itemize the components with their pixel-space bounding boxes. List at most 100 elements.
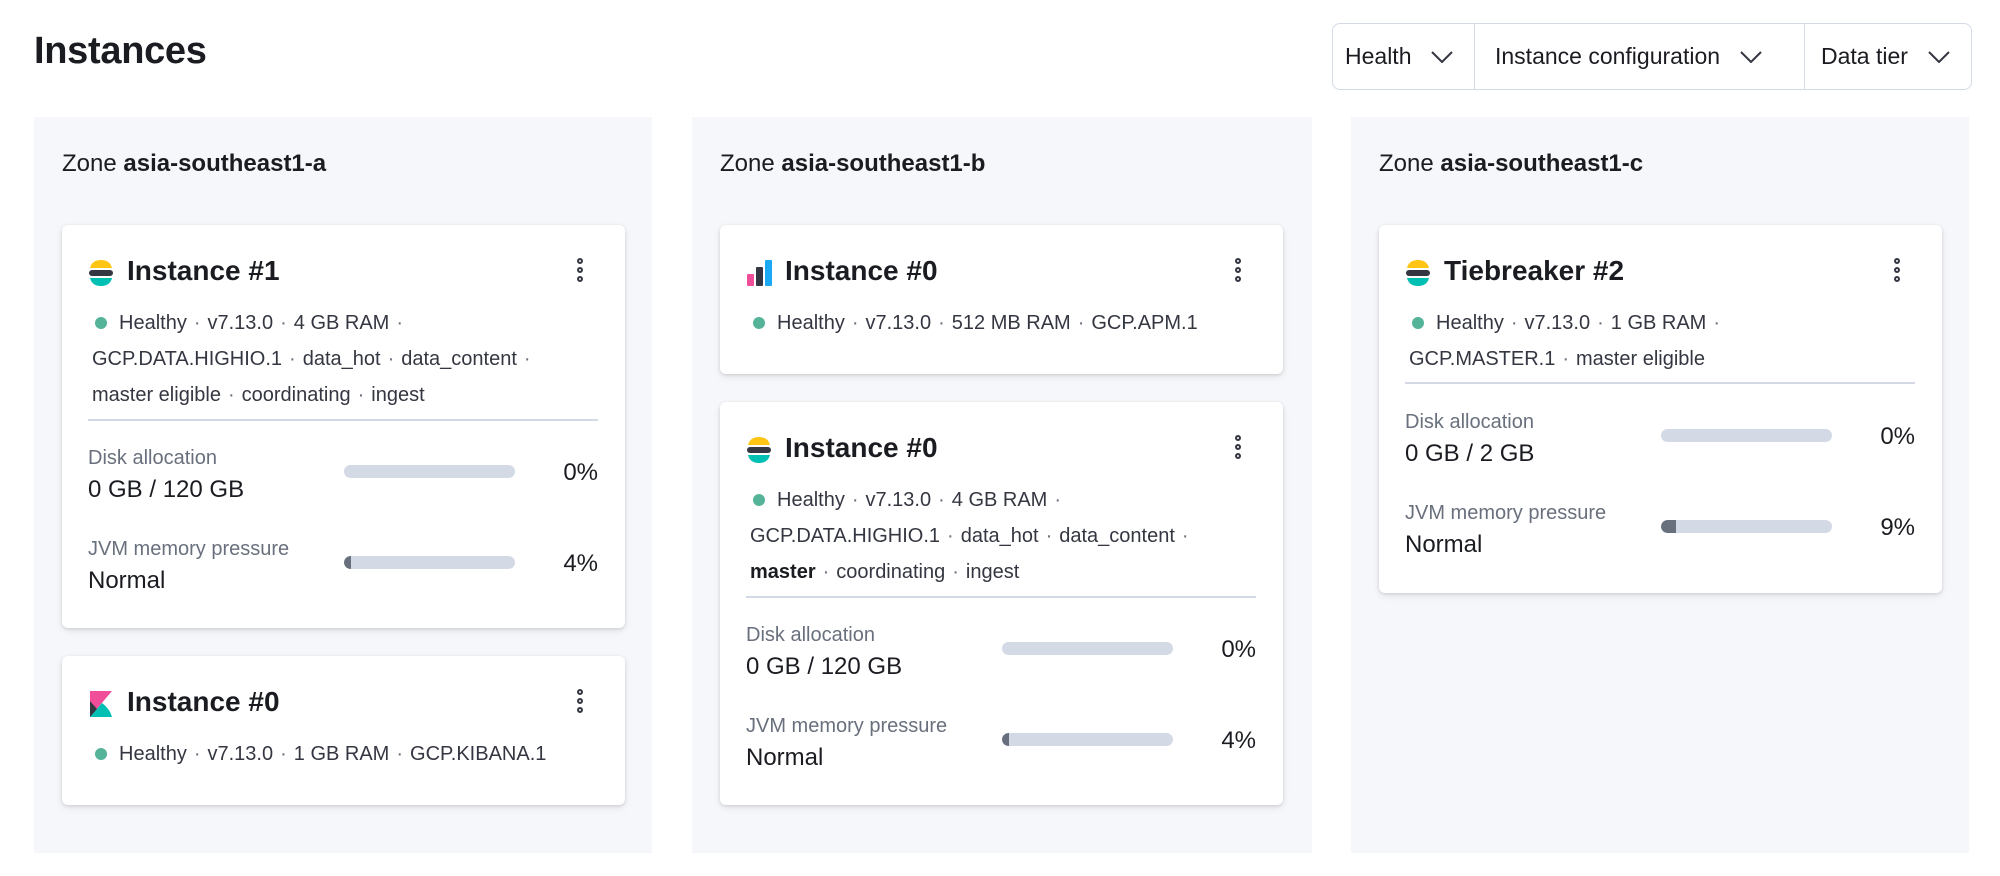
metric-label: Disk allocation bbox=[88, 447, 217, 469]
disk-allocation-metric: Disk allocation 0 GB / 120 GB 0% bbox=[746, 624, 1256, 684]
data-tier-filter-label: Data tier bbox=[1821, 43, 1908, 69]
actions-menu-icon[interactable] bbox=[1233, 435, 1243, 465]
health-status: Healthy bbox=[1436, 312, 1504, 334]
role: coordinating bbox=[241, 384, 351, 406]
instance-details: Healthy · v7.13.0 · 4 GB RAM · GCP.DATA.HIGHI… bbox=[750, 482, 1223, 590]
zone-label: Zone bbox=[720, 150, 775, 177]
health-status: Healthy bbox=[777, 312, 845, 334]
health-status-dot bbox=[95, 317, 107, 330]
health-filter-button[interactable]: Health bbox=[1333, 24, 1475, 89]
elasticsearch-logo-icon bbox=[747, 437, 771, 463]
ram: 512 MB RAM bbox=[951, 312, 1071, 334]
actions-menu-icon[interactable] bbox=[1233, 258, 1243, 288]
page-title: Instances bbox=[34, 30, 207, 72]
jvm-memory-metric: JVM memory pressure Normal 4% bbox=[88, 538, 598, 598]
metric-percent: 4% bbox=[1221, 727, 1256, 754]
divider bbox=[746, 596, 1256, 598]
metric-percent: 0% bbox=[1221, 636, 1256, 663]
zone-name: asia-southeast1-b bbox=[781, 150, 986, 177]
instance-configuration-filter-label: Instance configuration bbox=[1495, 43, 1721, 69]
jvm-memory-bar bbox=[344, 556, 515, 569]
disk-allocation-bar bbox=[1002, 642, 1173, 655]
instance-configuration: GCP.MASTER.1 bbox=[1409, 348, 1556, 370]
actions-menu-icon[interactable] bbox=[575, 258, 585, 288]
version: v7.13.0 bbox=[207, 743, 274, 765]
elasticsearch-logo-icon bbox=[1406, 260, 1430, 286]
health-status-dot bbox=[753, 494, 765, 507]
role: coordinating bbox=[836, 561, 946, 583]
metric-value: 0 GB / 120 GB bbox=[746, 653, 903, 680]
zone-panel-b: Zone asia-southeast1-b Instance #0 Healt… bbox=[692, 117, 1312, 853]
role: ingest bbox=[371, 384, 425, 406]
role: master eligible bbox=[1576, 348, 1705, 370]
instance-configuration: GCP.KIBANA.1 bbox=[410, 743, 547, 765]
metric-value: Normal bbox=[88, 567, 166, 594]
metric-percent: 0% bbox=[1880, 423, 1915, 450]
elasticsearch-logo-icon bbox=[89, 260, 113, 286]
metric-percent: 4% bbox=[563, 550, 598, 577]
actions-menu-icon[interactable] bbox=[1892, 258, 1902, 288]
instance-title: Instance #1 bbox=[127, 255, 280, 286]
chevron-down-icon bbox=[1928, 50, 1950, 63]
detail-line: Healthy · v7.13.0 · 1 GB RAM · bbox=[1409, 305, 1882, 341]
ram: 4 GB RAM bbox=[293, 312, 390, 334]
jvm-memory-metric: JVM memory pressure Normal 4% bbox=[746, 715, 1256, 775]
jvm-memory-bar bbox=[1661, 520, 1832, 533]
health-status: Healthy bbox=[119, 312, 187, 334]
metric-value: Normal bbox=[746, 744, 824, 771]
detail-line: Healthy · v7.13.0 · 1 GB RAM · GCP.KIBANA.1 bbox=[92, 736, 565, 772]
kibana-logo-icon bbox=[90, 691, 112, 717]
instance-configuration: GCP.DATA.HIGHIO.1 bbox=[750, 525, 941, 547]
instance-configuration-filter-button[interactable]: Instance configuration bbox=[1475, 24, 1805, 89]
actions-menu-icon[interactable] bbox=[575, 689, 585, 719]
detail-line: master eligible · coordinating · ingest bbox=[92, 384, 425, 406]
instance-card: Tiebreaker #2 Healthy · v7.13.0 · 1 GB RAM · … bbox=[1379, 225, 1942, 593]
metric-value: 0 GB / 2 GB bbox=[1405, 440, 1535, 467]
zone-title: Zone asia-southeast1-b bbox=[720, 150, 985, 178]
detail-line: GCP.DATA.HIGHIO.1 · data_hot · data_content · bbox=[750, 525, 1189, 547]
zone-title: Zone asia-southeast1-a bbox=[62, 150, 326, 178]
instance-card: Instance #0 Healthy · v7.13.0 · 512 MB RAM · G… bbox=[720, 225, 1283, 374]
zone-name: asia-southeast1-a bbox=[123, 150, 327, 177]
instance-configuration: GCP.APM.1 bbox=[1091, 312, 1198, 334]
metric-percent: 9% bbox=[1880, 514, 1915, 541]
detail-line: Healthy · v7.13.0 · 512 MB RAM · GCP.APM.1 bbox=[750, 305, 1223, 341]
chevron-down-icon bbox=[1431, 50, 1454, 63]
zone-panel-a: Zone asia-southeast1-a Instance #1 Healt… bbox=[34, 117, 652, 853]
health-status-dot bbox=[753, 317, 765, 330]
data-tier-filter-button[interactable]: Data tier bbox=[1805, 24, 1971, 89]
detail-line: GCP.DATA.HIGHIO.1 · data_hot · data_content · bbox=[92, 348, 531, 370]
divider bbox=[1405, 382, 1915, 384]
metric-label: JVM memory pressure bbox=[88, 538, 290, 560]
metric-label: Disk allocation bbox=[746, 624, 875, 646]
ram: 1 GB RAM bbox=[293, 743, 390, 765]
version: v7.13.0 bbox=[865, 312, 932, 334]
metric-label: JVM memory pressure bbox=[1405, 502, 1607, 524]
version: v7.13.0 bbox=[207, 312, 274, 334]
chevron-down-icon bbox=[1740, 50, 1762, 63]
disk-allocation-metric: Disk allocation 0 GB / 2 GB 0% bbox=[1405, 411, 1915, 471]
metric-value: Normal bbox=[1405, 531, 1483, 558]
detail-line: GCP.MASTER.1 · master eligible bbox=[1409, 348, 1705, 370]
disk-allocation-bar bbox=[344, 465, 515, 478]
version: v7.13.0 bbox=[1524, 312, 1591, 334]
role: data_content bbox=[401, 348, 517, 370]
instance-details: Healthy · v7.13.0 · 512 MB RAM · GCP.APM.1 bbox=[750, 305, 1223, 341]
metric-value: 0 GB / 120 GB bbox=[88, 476, 245, 503]
zone-label: Zone bbox=[62, 150, 117, 177]
version: v7.13.0 bbox=[865, 489, 932, 511]
role: data_hot bbox=[960, 525, 1039, 547]
instance-details: Healthy · v7.13.0 · 1 GB RAM · GCP.KIBANA.1 bbox=[92, 736, 565, 772]
detail-line: Healthy · v7.13.0 · 4 GB RAM · bbox=[750, 482, 1223, 518]
filter-group: Health Instance configuration Data tier bbox=[1332, 23, 1972, 90]
role-master: master bbox=[750, 561, 816, 583]
instance-title: Instance #0 bbox=[785, 255, 938, 286]
ram: 1 GB RAM bbox=[1610, 312, 1707, 334]
role: ingest bbox=[965, 561, 1020, 583]
instance-details: Healthy · v7.13.0 · 1 GB RAM · GCP.MASTER.1 · m… bbox=[1409, 305, 1882, 377]
instance-details: Healthy · v7.13.0 · 4 GB RAM · GCP.DATA.HIGHI… bbox=[92, 305, 565, 413]
divider bbox=[88, 419, 598, 421]
health-status-dot bbox=[95, 748, 107, 761]
instance-title: Instance #0 bbox=[127, 686, 280, 717]
detail-line: Healthy · v7.13.0 · 4 GB RAM · bbox=[92, 305, 565, 341]
